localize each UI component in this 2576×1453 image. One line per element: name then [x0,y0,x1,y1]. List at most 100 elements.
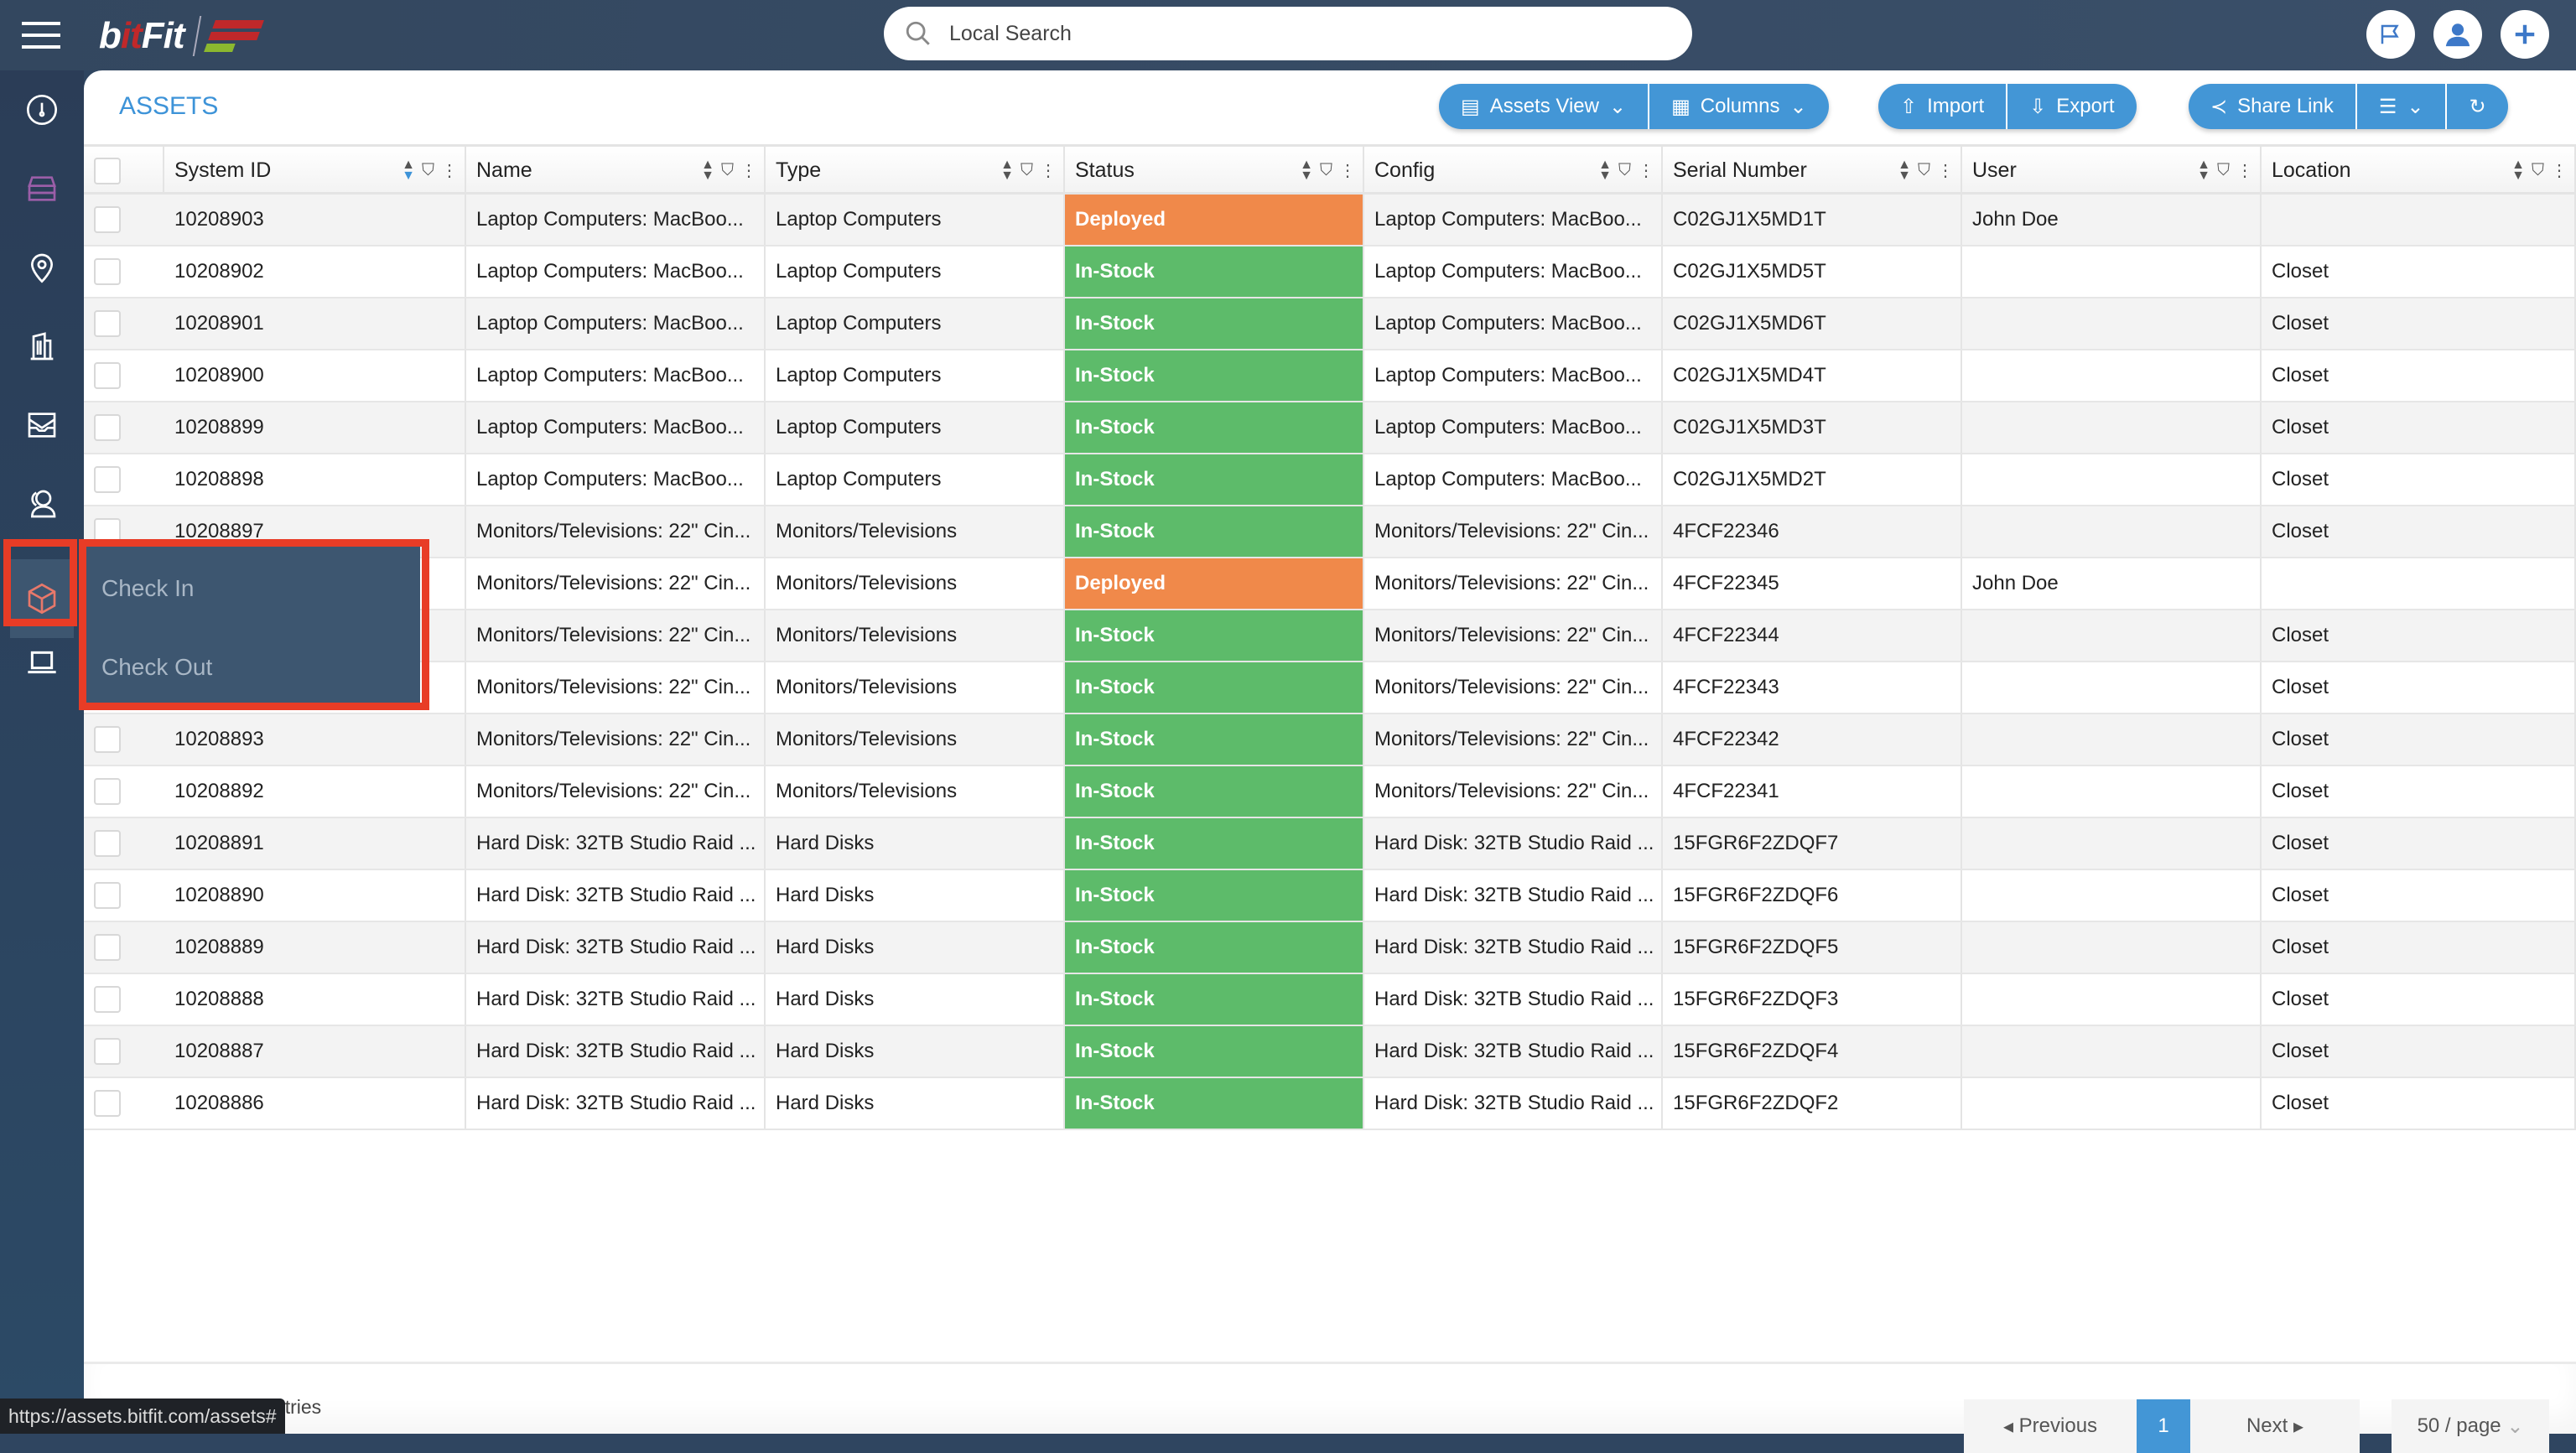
filter-icon[interactable]: ⛉ [1320,161,1332,180]
table-row[interactable]: 10208893 Monitors/Televisions: 22" Cin...… [84,714,2576,766]
column-header[interactable]: Config ▲ ▼ ⛉ ⋮ [1364,147,1663,195]
table-row[interactable]: Monitors/Televisions: 22" Cin... Monitors… [84,662,2576,714]
table-row[interactable]: 10208901 Laptop Computers: MacBoo... Lapto… [84,298,2576,350]
more-icon[interactable]: ⋮ [1339,160,1356,181]
user-button[interactable] [2433,10,2482,59]
laptop-icon[interactable] [18,639,65,686]
column-header[interactable]: System ID ▲ ▼ ⛉ ⋮ [164,147,466,195]
sort-icon[interactable]: ▲ ▼ [402,158,415,183]
filter-icon[interactable]: ⛉ [2532,161,2544,180]
page-size-select[interactable]: 50 / page ⌄ [2392,1399,2549,1453]
export-button[interactable]: ⇩ Export [2007,84,2136,129]
row-checkbox[interactable] [94,726,121,753]
filter-icon[interactable]: ⛉ [1618,161,1631,180]
table-row[interactable]: Monitors/Televisions: 22" Cin... Monitors… [84,610,2576,662]
column-header[interactable]: Status ▲ ▼ ⛉ ⋮ [1065,147,1364,195]
import-button[interactable]: ⇧ Import [1878,84,2008,129]
table-row[interactable]: 10208886 Hard Disk: 32TB Studio Raid ... H… [84,1078,2576,1130]
previous-button[interactable]: ◂ Previous [1964,1399,2137,1453]
storage-icon[interactable] [18,165,65,212]
building-icon[interactable] [18,323,65,370]
table-row[interactable]: 10208902 Laptop Computers: MacBoo... Lapto… [84,246,2576,298]
page-1-button[interactable]: 1 [2137,1399,2190,1453]
row-checkbox[interactable] [94,414,121,441]
menu-item-check-out[interactable]: Check Out [101,654,212,681]
filter-icon[interactable]: ⛉ [2217,161,2230,180]
table-header: System ID ▲ ▼ ⛉ ⋮ Name ▲ ▼ ⛉ ⋮ Type ▲ ▼ ⛉ ⋮ Status ▲ ▼ ⛉ ⋮ C… [84,144,2576,195]
row-checkbox[interactable] [94,882,121,909]
sort-icon[interactable]: ▲ ▼ [1898,158,1911,183]
menu-item-check-in[interactable]: Check In [101,575,195,602]
more-icon[interactable]: ⋮ [1040,160,1057,181]
inbox-icon[interactable] [18,402,65,449]
flag-button[interactable] [2366,10,2415,59]
sort-icon[interactable]: ▲ ▼ [2197,158,2210,183]
row-checkbox[interactable] [94,1090,121,1117]
column-header[interactable]: Serial Number ▲ ▼ ⛉ ⋮ [1663,147,1962,195]
table-row[interactable]: 10208903 Laptop Computers: MacBoo... Lapto… [84,195,2576,246]
menu-icon[interactable] [22,22,60,50]
add-button[interactable] [2501,10,2549,59]
sort-icon[interactable]: ▲ ▼ [1000,158,1014,183]
table-row[interactable]: 10208892 Monitors/Televisions: 22" Cin...… [84,766,2576,818]
row-checkbox[interactable] [94,778,121,805]
row-select [84,818,164,869]
select-all-checkbox[interactable] [94,157,121,184]
row-checkbox[interactable] [94,830,121,857]
row-checkbox[interactable] [94,1038,121,1065]
users-icon[interactable] [18,480,65,527]
table-cell: Monitors/Televisions [766,714,1065,765]
more-icon[interactable]: ⋮ [1937,160,1954,181]
sort-icon[interactable]: ▲ ▼ [2511,158,2525,183]
dashboard-icon[interactable] [18,86,65,133]
column-header[interactable]: User ▲ ▼ ⛉ ⋮ [1962,147,2262,195]
table-row[interactable]: 10208900 Laptop Computers: MacBoo... Lapto… [84,350,2576,402]
table-row[interactable]: 10208887 Hard Disk: 32TB Studio Raid ... H… [84,1026,2576,1078]
next-button[interactable]: Next ▸ [2190,1399,2360,1453]
search-input[interactable] [949,21,1620,46]
table-row[interactable]: 10208889 Hard Disk: 32TB Studio Raid ... H… [84,922,2576,974]
row-checkbox[interactable] [94,934,121,961]
row-checkbox[interactable] [94,310,121,337]
table-cell: 4FCF22344 [1663,610,1962,661]
row-checkbox[interactable] [94,206,121,233]
table-cell: 10208886 [164,1078,466,1129]
column-header[interactable]: Type ▲ ▼ ⛉ ⋮ [766,147,1065,195]
table-row[interactable]: 10208891 Hard Disk: 32TB Studio Raid ... H… [84,818,2576,870]
table-cell [1962,610,2262,661]
columns-button[interactable]: ▦ Columns ⌄ [1649,84,1829,129]
more-icon[interactable]: ⋮ [2236,160,2253,181]
location-icon[interactable] [18,244,65,291]
table-row[interactable]: 10208898 Laptop Computers: MacBoo... Lapto… [84,454,2576,506]
row-checkbox[interactable] [94,258,121,285]
sort-icon[interactable]: ▲ ▼ [1300,158,1313,183]
row-checkbox[interactable] [94,362,121,389]
column-header[interactable]: Name ▲ ▼ ⛉ ⋮ [466,147,766,195]
more-icon[interactable]: ⋮ [2551,160,2568,181]
filter-icon[interactable]: ⛉ [1918,161,1930,180]
row-checkbox[interactable] [94,466,121,493]
filter-icon[interactable]: ⛉ [422,161,434,180]
list-options-button[interactable]: ☰ ⌄ [2357,84,2448,129]
refresh-button[interactable]: ↻ [2447,84,2507,129]
filter-icon[interactable]: ⛉ [721,161,734,180]
assets-view-button[interactable]: ▤ Assets View ⌄ [1439,84,1650,129]
table-row[interactable]: Monitors/Televisions: 22" Cin... Monitors… [84,558,2576,610]
table-cell: 10208903 [164,195,466,245]
sort-icon[interactable]: ▲ ▼ [1598,158,1612,183]
table-row[interactable]: 10208899 Laptop Computers: MacBoo... Lapto… [84,402,2576,454]
logo[interactable]: bitFit [99,15,264,57]
table-row[interactable]: 10208890 Hard Disk: 32TB Studio Raid ... H… [84,870,2576,922]
search-box[interactable] [884,7,1692,60]
table-row[interactable]: 10208888 Hard Disk: 32TB Studio Raid ... H… [84,974,2576,1026]
row-checkbox[interactable] [94,986,121,1013]
more-icon[interactable]: ⋮ [1638,160,1654,181]
more-icon[interactable]: ⋮ [740,160,757,181]
filter-icon[interactable]: ⛉ [1021,161,1033,180]
row-select [84,922,164,973]
column-header[interactable]: Location ▲ ▼ ⛉ ⋮ [2262,147,2576,195]
share-link-button[interactable]: ≺ Share Link [2189,84,2357,129]
more-icon[interactable]: ⋮ [441,160,458,181]
table-row[interactable]: 10208897 Monitors/Televisions: 22" Cin...… [84,506,2576,558]
sort-icon[interactable]: ▲ ▼ [701,158,714,183]
